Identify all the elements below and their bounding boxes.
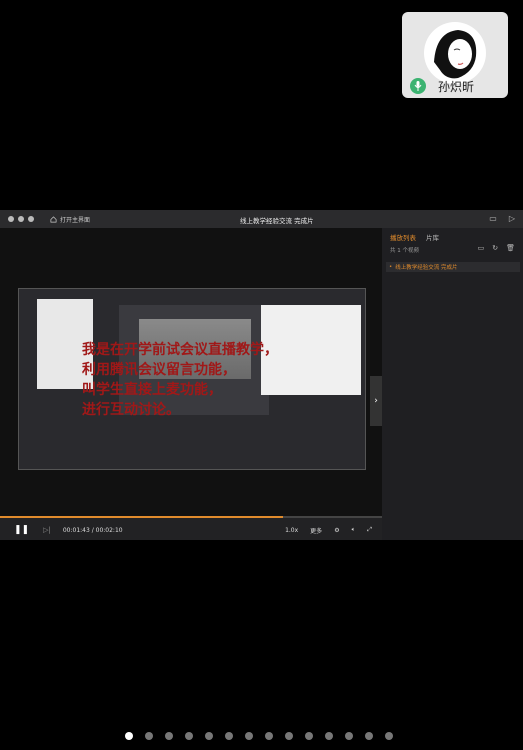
mic-icon — [410, 78, 426, 94]
pause-icon[interactable]: ❚❚ — [14, 525, 29, 535]
page-dot[interactable] — [225, 732, 233, 740]
volume-icon[interactable]: 🔈︎ — [352, 526, 356, 534]
window-maximize-button[interactable] — [28, 216, 34, 222]
home-label: 打开主界面 — [60, 216, 91, 224]
trash-icon[interactable]: 🗑︎ — [506, 244, 515, 252]
progress-bar[interactable] — [0, 516, 382, 518]
playlist-sidebar: 播放列表 片库 共 1 个视频 ▭ ↻ 🗑︎ • 线上教学经验交流 完成片 — [382, 228, 523, 540]
page-dot[interactable] — [265, 732, 273, 740]
page-indicator — [125, 732, 393, 740]
playing-indicator-icon: • — [389, 264, 393, 270]
title-bar: 打开主界面 线上教学经验交流 完成片 ▭ ▷ — [0, 210, 523, 228]
page-dot[interactable] — [325, 732, 333, 740]
settings-icon[interactable]: ⚙ — [334, 527, 339, 534]
page-dot[interactable] — [185, 732, 193, 740]
playlist-count: 共 1 个视频 — [390, 248, 419, 254]
window-close-button[interactable] — [8, 216, 14, 222]
overlay-line: 进行互动讨论。 — [82, 402, 180, 418]
progress-fill — [0, 516, 283, 518]
page-dot[interactable] — [145, 732, 153, 740]
folder-icon[interactable]: ▭ — [478, 244, 485, 252]
fullscreen-icon[interactable]: ⤢ — [367, 526, 372, 534]
chevron-right-icon: › — [374, 396, 378, 406]
speed-button[interactable]: 1.0x — [285, 527, 298, 534]
share-icon[interactable]: ▷ — [509, 214, 515, 223]
page-dot[interactable] — [345, 732, 353, 740]
window-minimize-button[interactable] — [18, 216, 24, 222]
home-button[interactable]: 打开主界面 — [50, 215, 90, 224]
tab-library[interactable]: 片库 — [426, 232, 439, 242]
participant-tile[interactable]: 孙炽昕 — [402, 12, 508, 98]
more-button[interactable]: 更多 — [310, 526, 322, 535]
participant-name: 孙炽昕 — [438, 79, 475, 94]
playlist-item[interactable]: • 线上教学经验交流 完成片 — [386, 262, 520, 272]
loop-icon[interactable]: ↻ — [492, 244, 498, 252]
overlay-line: 我是在开学前试会议直播教学， — [82, 342, 278, 358]
page-dot[interactable] — [385, 732, 393, 740]
page-dot[interactable] — [305, 732, 313, 740]
control-bar: ❚❚ ▷| 00:01:43 / 00:02:10 1.0x 更多 ⚙ 🔈︎ ⤢ — [0, 516, 382, 540]
page-dot[interactable] — [365, 732, 373, 740]
overlay-line: 利用腾讯会议留言功能， — [82, 362, 236, 378]
home-icon — [50, 215, 57, 222]
pip-icon[interactable]: ▭ — [489, 214, 497, 223]
page-dot[interactable] — [245, 732, 253, 740]
window-title: 线上教学经验交流 完成片 — [240, 217, 314, 225]
next-icon[interactable]: ▷| — [43, 526, 51, 534]
playlist-item-label: 线上教学经验交流 完成片 — [395, 265, 458, 271]
next-arrow-button[interactable]: › — [370, 376, 382, 426]
page-dot[interactable] — [165, 732, 173, 740]
page-dot[interactable] — [285, 732, 293, 740]
tab-playlist[interactable]: 播放列表 — [390, 232, 416, 242]
time-display: 00:01:43 / 00:02:10 — [62, 526, 123, 534]
page-dot[interactable] — [125, 732, 133, 740]
page-dot[interactable] — [205, 732, 213, 740]
overlay-line: 叫学生直接上麦功能， — [82, 382, 222, 398]
participant-namebar: 孙炽昕 — [402, 74, 508, 98]
video-overlay-text: 我是在开学前试会议直播教学， 利用腾讯会议留言功能， 叫学生直接上麦功能， 进行… — [82, 340, 342, 420]
